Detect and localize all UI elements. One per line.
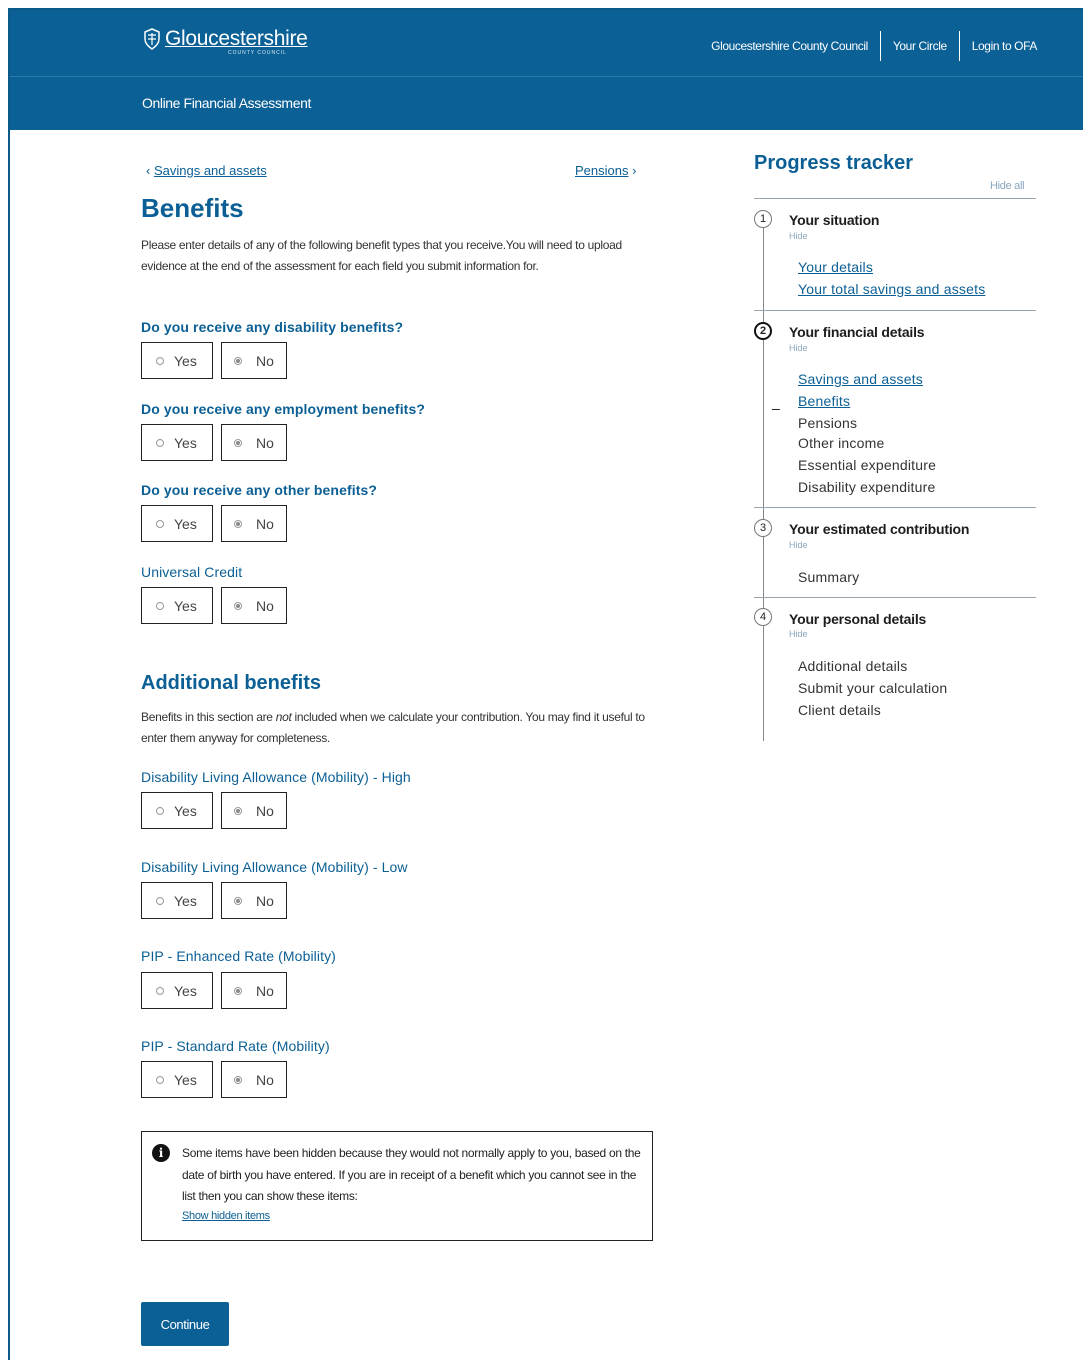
step-personal-details: Your personal details: [789, 611, 927, 627]
radio-icon: [156, 896, 164, 905]
tracker-divider: [754, 597, 1036, 598]
employment-benefits-no[interactable]: No: [221, 424, 287, 461]
hide-step-2-link[interactable]: Hide: [789, 343, 808, 353]
dla-mobility-low-yes[interactable]: Yes: [141, 882, 213, 919]
step-estimated-contribution: Your estimated contribution: [789, 521, 970, 537]
tracker-divider: [754, 310, 1036, 311]
pip-standard-no[interactable]: No: [221, 1061, 287, 1098]
universal-credit-question: Universal Credit: [141, 564, 243, 580]
radio-selected-icon: [234, 356, 242, 365]
hide-step-4-link[interactable]: Hide: [789, 629, 808, 639]
other-benefits-yes[interactable]: Yes: [141, 505, 213, 542]
your-circle-link[interactable]: Your Circle: [893, 39, 947, 53]
radio-icon: [156, 601, 164, 610]
continue-button[interactable]: Continue: [141, 1302, 229, 1346]
disability-benefits-question: Do you receive any disability benefits?: [141, 319, 404, 335]
tracker-item-client-details: Client details: [798, 702, 881, 718]
additional-benefits-intro: Benefits in this section are not include…: [141, 710, 645, 745]
pip-enhanced-yes[interactable]: Yes: [141, 972, 213, 1009]
tracker-item-summary: Summary: [798, 569, 860, 585]
radio-selected-icon: [234, 519, 242, 528]
disability-benefits-yes[interactable]: Yes: [141, 342, 213, 379]
next-page-label: Pensions: [575, 163, 629, 178]
radio-selected-icon: [234, 986, 242, 995]
dla-mobility-high-question: Disability Living Allowance (Mobility) -…: [141, 769, 411, 785]
hidden-items-notice: i Some items have been hidden because th…: [141, 1131, 653, 1241]
header-divider: [958, 31, 960, 61]
employment-benefits-yes[interactable]: Yes: [141, 424, 213, 461]
radio-icon: [156, 1075, 164, 1084]
radio-icon: [156, 519, 164, 528]
tracker-item-submit-calculation: Submit your calculation: [798, 680, 948, 696]
step-financial-details: Your financial details: [789, 324, 925, 340]
page-intro: Please enter details of any of the follo…: [141, 238, 622, 273]
progress-tracker-title: Progress tracker: [754, 152, 913, 174]
hide-step-1-link[interactable]: Hide: [789, 231, 808, 241]
radio-selected-icon: [234, 438, 242, 447]
disability-benefits-no[interactable]: No: [221, 342, 287, 379]
previous-page-label: Savings and assets: [153, 163, 267, 178]
tracker-item-disability-expenditure: Disability expenditure: [798, 479, 936, 495]
employment-benefits-question: Do you receive any employment benefits?: [141, 401, 425, 417]
chevron-left-icon: ‹: [146, 163, 151, 178]
radio-selected-icon: [234, 601, 242, 610]
dla-mobility-low-no[interactable]: No: [221, 882, 287, 919]
service-title: Online Financial Assessment: [142, 95, 311, 111]
login-link[interactable]: Login to OFA: [972, 39, 1038, 53]
hide-step-3-link[interactable]: Hide: [789, 540, 808, 550]
logo-subtext: COUNTY COUNCIL: [228, 50, 287, 56]
previous-page-link[interactable]: ‹ Savings and assets: [146, 163, 267, 178]
tracker-item-total-savings[interactable]: Your total savings and assets: [798, 281, 985, 297]
radio-selected-icon: [234, 806, 242, 815]
tracker-item-additional-details: Additional details: [798, 658, 908, 674]
radio-selected-icon: [234, 1075, 242, 1084]
header-divider: [879, 31, 881, 61]
pip-standard-yes[interactable]: Yes: [141, 1061, 213, 1098]
radio-selected-icon: [234, 896, 242, 905]
tracker-item-your-details[interactable]: Your details: [798, 259, 873, 275]
show-hidden-items-link[interactable]: Show hidden items: [182, 1210, 270, 1222]
universal-credit-no[interactable]: No: [221, 587, 287, 624]
step-3-number: 3: [754, 519, 772, 537]
page-title: Benefits: [141, 193, 244, 223]
radio-icon: [156, 806, 164, 815]
pip-enhanced-no[interactable]: No: [221, 972, 287, 1009]
pip-standard-question: PIP - Standard Rate (Mobility): [141, 1038, 330, 1054]
step-1-number: 1: [754, 210, 772, 228]
crest-icon: [144, 28, 160, 50]
info-icon: i: [152, 1144, 170, 1162]
radio-icon: [156, 438, 164, 447]
radio-icon: [156, 356, 164, 365]
tracker-item-pensions: Pensions: [798, 415, 858, 431]
current-step-marker: –: [772, 400, 780, 416]
tracker-item-savings-and-assets[interactable]: Savings and assets: [798, 371, 923, 387]
tracker-divider: [754, 507, 1036, 508]
dla-mobility-low-question: Disability Living Allowance (Mobility) -…: [141, 859, 408, 875]
dla-mobility-high-no[interactable]: No: [221, 792, 287, 829]
pip-enhanced-question: PIP - Enhanced Rate (Mobility): [141, 948, 336, 964]
next-page-link[interactable]: Pensions ›: [575, 163, 636, 178]
site-logo[interactable]: Gloucestershire COUNTY COUNCIL: [142, 27, 308, 56]
header-links: Gloucestershire County Council Your Circ…: [711, 31, 1037, 61]
chevron-right-icon: ›: [632, 163, 637, 178]
tracker-item-essential-expenditure: Essential expenditure: [798, 457, 937, 473]
tracker-line: [763, 226, 764, 741]
council-link[interactable]: Gloucestershire County Council: [711, 39, 868, 53]
tracker-item-other-income: Other income: [798, 435, 885, 451]
additional-benefits-heading: Additional benefits: [141, 672, 321, 694]
tracker-divider: [754, 198, 1036, 199]
universal-credit-yes[interactable]: Yes: [141, 587, 213, 624]
tracker-item-benefits[interactable]: Benefits: [798, 393, 850, 409]
logo-text: Gloucestershire: [165, 27, 308, 50]
other-benefits-question: Do you receive any other benefits?: [141, 482, 378, 498]
hide-all-link[interactable]: Hide all: [990, 180, 1025, 192]
step-2-number: 2: [754, 322, 772, 340]
other-benefits-no[interactable]: No: [221, 505, 287, 542]
hidden-items-text: Some items have been hidden because they…: [182, 1146, 641, 1203]
radio-icon: [156, 986, 164, 995]
step-your-situation: Your situation: [789, 212, 880, 228]
step-4-number: 4: [754, 608, 772, 626]
dla-mobility-high-yes[interactable]: Yes: [141, 792, 213, 829]
